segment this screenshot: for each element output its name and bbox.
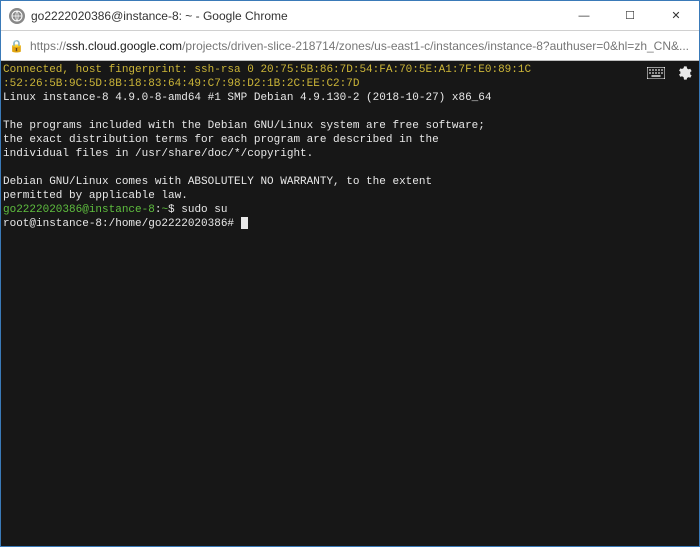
url-path: /projects/driven-slice-218714/zones/us-e… xyxy=(182,39,689,53)
command-1: sudo su xyxy=(181,204,227,216)
motd-line-5: permitted by applicable law. xyxy=(3,190,188,202)
terminal-container: Connected, host fingerprint: ssh-rsa 0 2… xyxy=(1,61,699,546)
url-scheme: https:// xyxy=(30,39,66,53)
terminal-cursor xyxy=(241,217,248,229)
close-button[interactable]: ✕ xyxy=(653,1,699,30)
window-title: go2222020386@instance-8: ~ - Google Chro… xyxy=(31,9,561,23)
gear-icon[interactable] xyxy=(675,65,693,81)
url-host: ssh.cloud.google.com xyxy=(66,39,182,53)
motd-line-1: The programs included with the Debian GN… xyxy=(3,120,485,132)
prompt-user: go2222020386@instance-8 xyxy=(3,204,155,216)
root-prompt: root@instance-8:/home/go2222020386# xyxy=(3,218,241,230)
titlebar: go2222020386@instance-8: ~ - Google Chro… xyxy=(1,1,699,31)
fingerprint-line-1: Connected, host fingerprint: ssh-rsa 0 2… xyxy=(3,64,531,76)
window-controls: — ☐ ✕ xyxy=(561,1,699,30)
prompt-symbol: $ xyxy=(168,204,181,216)
favicon-globe-icon xyxy=(9,8,25,24)
kernel-line: Linux instance-8 4.9.0-8-amd64 #1 SMP De… xyxy=(3,92,491,104)
fingerprint-line-2: :52:26:5B:9C:5D:8B:18:83:64:49:C7:98:D2:… xyxy=(3,78,359,90)
terminal-output[interactable]: Connected, host fingerprint: ssh-rsa 0 2… xyxy=(1,61,699,546)
lock-icon: 🔒 xyxy=(9,39,24,53)
motd-line-3: individual files in /usr/share/doc/*/cop… xyxy=(3,148,313,160)
minimize-button[interactable]: — xyxy=(561,1,607,30)
terminal-toolbar xyxy=(647,65,693,81)
motd-line-4: Debian GNU/Linux comes with ABSOLUTELY N… xyxy=(3,176,432,188)
motd-line-2: the exact distribution terms for each pr… xyxy=(3,134,439,146)
url-text: https://ssh.cloud.google.com/projects/dr… xyxy=(30,39,689,53)
keyboard-icon[interactable] xyxy=(647,65,665,81)
maximize-button[interactable]: ☐ xyxy=(607,1,653,30)
address-bar[interactable]: 🔒 https://ssh.cloud.google.com/projects/… xyxy=(1,31,699,61)
